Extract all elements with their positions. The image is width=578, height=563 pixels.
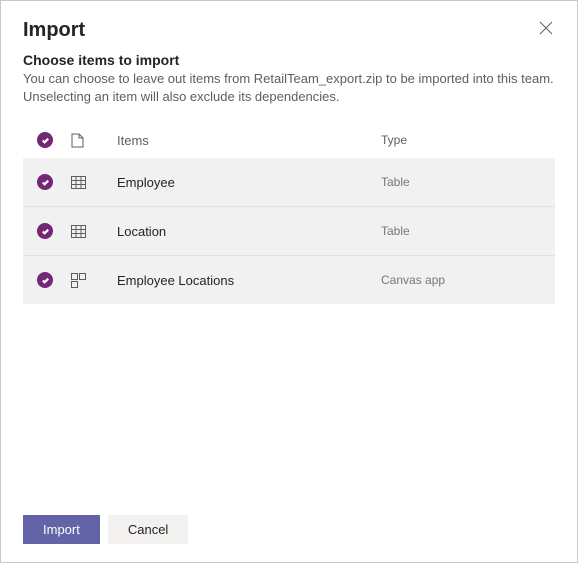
- dialog-title: Import: [23, 19, 85, 42]
- row-type-icon: [71, 176, 117, 189]
- row-name: Employee: [117, 175, 381, 190]
- document-icon: [71, 133, 84, 148]
- dialog-header: Import: [1, 1, 577, 46]
- subtitle: Choose items to import: [23, 52, 555, 68]
- dialog-footer: Import Cancel: [1, 501, 577, 562]
- cancel-button[interactable]: Cancel: [108, 515, 188, 544]
- select-all-checkbox[interactable]: [37, 132, 53, 148]
- row-checkbox[interactable]: [37, 174, 53, 190]
- icon-column-header: [71, 133, 117, 148]
- row-name: Location: [117, 224, 381, 239]
- checkmark-icon: [41, 227, 50, 236]
- close-button[interactable]: [537, 19, 555, 37]
- row-checkbox[interactable]: [37, 223, 53, 239]
- table-row[interactable]: Location Table: [23, 207, 555, 256]
- row-type: Table: [381, 224, 541, 238]
- table-row[interactable]: Employee Locations Canvas app: [23, 256, 555, 304]
- items-column-header[interactable]: Items: [117, 133, 381, 148]
- row-checkbox[interactable]: [37, 272, 53, 288]
- close-icon: [539, 21, 553, 35]
- row-type: Canvas app: [381, 273, 541, 287]
- table-icon: [71, 225, 86, 238]
- table-header: Items Type: [23, 122, 555, 158]
- table-icon: [71, 176, 86, 189]
- table-row[interactable]: Employee Table: [23, 158, 555, 207]
- import-button[interactable]: Import: [23, 515, 100, 544]
- row-name: Employee Locations: [117, 273, 381, 288]
- subtitle-block: Choose items to import You can choose to…: [1, 46, 577, 108]
- row-type: Table: [381, 175, 541, 189]
- checkmark-icon: [41, 136, 50, 145]
- app-icon: [71, 273, 86, 288]
- select-all-column[interactable]: [37, 132, 71, 148]
- row-type-icon: [71, 273, 117, 288]
- row-type-icon: [71, 225, 117, 238]
- checkmark-icon: [41, 178, 50, 187]
- type-column-header[interactable]: Type: [381, 133, 541, 147]
- description: You can choose to leave out items from R…: [23, 70, 555, 106]
- items-table: Items Type Employee Table: [1, 108, 577, 501]
- checkmark-icon: [41, 276, 50, 285]
